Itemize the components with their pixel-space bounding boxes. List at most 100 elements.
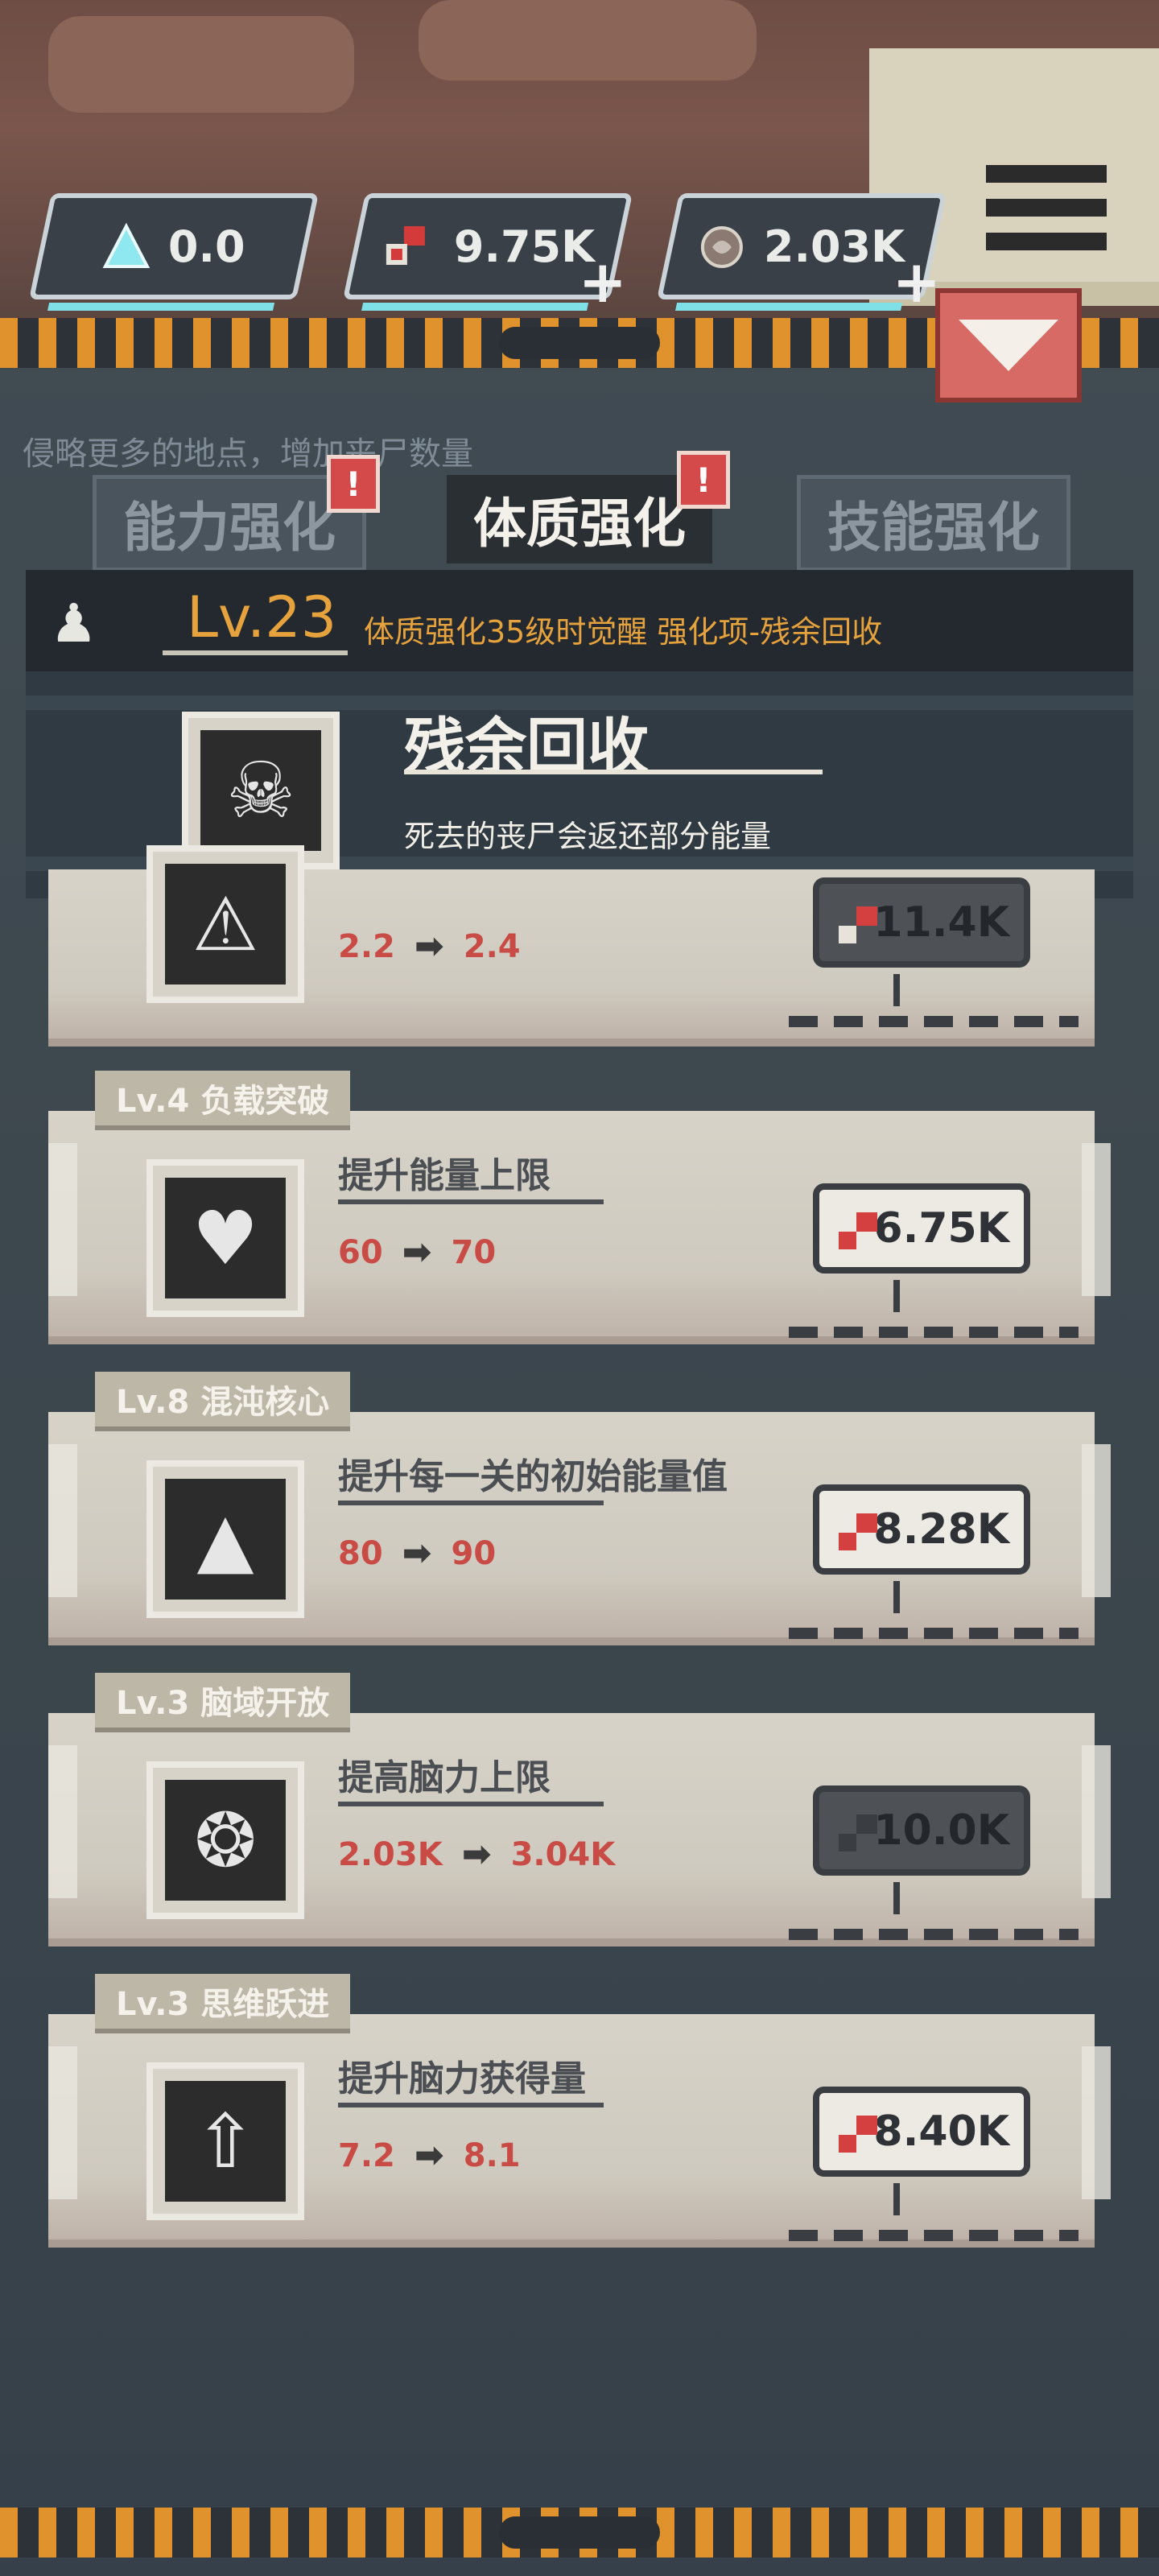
level-bar: ♟ Lv.23 体质强化35级时觉醒 强化项-残余回收	[26, 570, 1133, 671]
hazard-stripe-bottom	[0, 2508, 1159, 2557]
brain-halo-icon: ❂	[165, 1780, 286, 1901]
card-body: ▲ 提升每一关的初始能量值 80 ➡ 90 8.28K	[48, 1412, 1095, 1645]
buy-button[interactable]: 11.4K	[813, 877, 1030, 968]
awakening-description: 死去的丧尸会返还部分能量	[404, 819, 772, 854]
card-side-bracket	[1082, 1444, 1111, 1597]
card-values: 7.2 ➡ 8.1	[338, 2135, 521, 2176]
notification-badge: !	[677, 451, 730, 509]
price-value: 8.28K	[873, 1505, 1009, 1554]
notification-badge: !	[327, 455, 380, 513]
value-to: 2.4	[463, 927, 521, 965]
torso-icon: ♥	[165, 1178, 286, 1298]
resource-value: 2.03K	[764, 221, 905, 272]
resource-energy: 0.0	[28, 193, 320, 311]
chevron-down-icon	[959, 320, 1058, 371]
card-dash-decoration	[789, 1929, 1079, 1940]
background-hint-text: 侵略更多的地点，增加丧尸数量	[23, 436, 473, 473]
resource-underline	[674, 303, 903, 311]
menu-button[interactable]	[986, 165, 1107, 270]
buy-button[interactable]: 8.28K	[813, 1484, 1030, 1575]
card-body: ⚠ 2.2 ➡ 2.4 11.4K	[48, 845, 1095, 1046]
card-dash-decoration	[789, 1327, 1079, 1338]
menu-line	[986, 233, 1107, 250]
card-icon-frame: ⚠	[146, 845, 304, 1003]
brain-icon	[701, 225, 744, 267]
level-value: Lv.23	[187, 584, 337, 650]
person-icon: ♟	[50, 592, 98, 654]
card-icon-frame: ♥	[146, 1159, 304, 1317]
value-to: 8.1	[463, 2136, 521, 2174]
flesh-icon	[839, 2116, 879, 2156]
tab-physique[interactable]: 体质强化 !	[447, 451, 730, 564]
awakening-title-underline	[404, 770, 823, 774]
price-value: 10.0K	[873, 1806, 1009, 1855]
value-from: 7.2	[338, 2136, 395, 2174]
buy-button[interactable]: 6.75K	[813, 1183, 1030, 1274]
flesh-icon	[839, 906, 879, 947]
card-values: 80 ➡ 90	[338, 1533, 496, 1574]
tab-skill[interactable]: 技能强化	[797, 475, 1070, 572]
card-description: 提升能量上限	[338, 1155, 551, 1196]
card-side-bracket	[48, 1745, 77, 1898]
buy-button[interactable]: 8.40K	[813, 2087, 1030, 2177]
card-dash-decoration	[789, 2230, 1079, 2241]
value-from: 60	[338, 1233, 383, 1271]
resource-value: 0.0	[168, 221, 245, 272]
stripe-handle	[499, 2516, 660, 2549]
card-level-tag: Lv.3 思维跃进	[95, 1974, 351, 2033]
description-underline	[338, 2103, 604, 2107]
value-from: 2.2	[338, 927, 395, 965]
resource-underline	[47, 303, 275, 311]
value-from: 2.03K	[338, 1835, 443, 1873]
price-value: 8.40K	[873, 2107, 1009, 2156]
tab-ability[interactable]: 能力强化 !	[93, 455, 380, 572]
card-description: 提高脑力上限	[338, 1757, 551, 1798]
card-side-bracket	[1082, 1143, 1111, 1296]
price-value: 6.75K	[873, 1204, 1009, 1253]
warning-figure-icon: ⚠	[165, 864, 286, 985]
card-side-bracket	[1082, 2046, 1111, 2199]
card-body: ⇧ 提升脑力获得量 7.2 ➡ 8.1 8.40K	[48, 2014, 1095, 2248]
chaos-triangle-icon: ▲	[165, 1479, 286, 1600]
arrow-right-icon: ➡	[402, 1232, 432, 1273]
description-underline	[338, 1802, 604, 1806]
flesh-icon	[839, 1212, 879, 1253]
flesh-icon	[839, 1814, 879, 1855]
card-level-tag: Lv.3 脑域开放	[95, 1673, 351, 1732]
resource-underline	[361, 303, 589, 311]
card-side-bracket	[48, 2046, 77, 2199]
card-dash-decoration	[789, 1628, 1079, 1639]
skull-flame-icon: ☠	[200, 730, 321, 851]
card-side-bracket	[48, 1444, 77, 1597]
menu-line	[986, 165, 1107, 183]
rock-shape	[419, 0, 757, 80]
card-level-tag: Lv.8 混沌核心	[95, 1372, 351, 1431]
card-side-bracket	[1082, 1745, 1111, 1898]
tab-label: 体质强化	[473, 493, 686, 555]
resource-flesh[interactable]: 9.75K +	[342, 193, 633, 316]
arrow-right-icon: ➡	[414, 926, 444, 967]
description-underline	[338, 1501, 604, 1505]
card-description: 提升每一关的初始能量值	[338, 1456, 728, 1497]
card-side-bracket	[48, 1143, 77, 1296]
resource-brain[interactable]: 2.03K +	[656, 193, 947, 316]
description-underline	[338, 1199, 604, 1204]
value-to: 90	[451, 1534, 497, 1572]
flesh-icon	[839, 1513, 879, 1554]
awakening-hint: 体质强化35级时觉醒 强化项-残余回收	[364, 614, 883, 650]
brain-up-icon: ⇧	[165, 2081, 286, 2202]
level-underline	[163, 650, 348, 655]
collapse-panel-button[interactable]	[935, 288, 1082, 402]
card-values: 60 ➡ 70	[338, 1232, 496, 1273]
menu-line	[986, 199, 1107, 217]
card-level-tag: Lv.4 负载突破	[95, 1071, 351, 1130]
flesh-icon	[386, 225, 426, 264]
value-to: 70	[451, 1233, 497, 1271]
card-body: ❂ 提高脑力上限 2.03K ➡ 3.04K 10.0K	[48, 1713, 1095, 1946]
arrow-right-icon: ➡	[461, 1834, 492, 1875]
stripe-handle	[499, 327, 660, 359]
price-stem	[893, 1280, 900, 1312]
card-description: 提升脑力获得量	[338, 2058, 586, 2099]
price-value: 11.4K	[873, 898, 1009, 947]
buy-button[interactable]: 10.0K	[813, 1785, 1030, 1876]
